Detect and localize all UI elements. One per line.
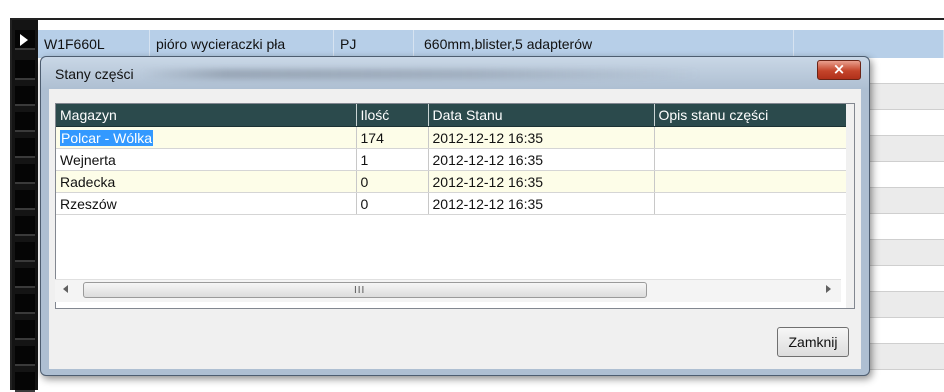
scrollbar-thumb[interactable]: III — [83, 282, 647, 298]
cell-data[interactable]: 2012-12-12 16:35 — [428, 170, 655, 193]
horizontal-scrollbar[interactable]: III — [55, 279, 841, 302]
cell-opis[interactable] — [654, 170, 854, 193]
stock-table: Magazyn Ilość Data Stanu Opis stanu częś… — [56, 104, 854, 215]
row-header[interactable] — [15, 112, 35, 132]
column-header-ilosc[interactable]: Ilość — [356, 104, 429, 127]
cell-name[interactable]: pióro wycieraczki pła — [150, 30, 334, 58]
cell-magazyn[interactable]: Rzeszów — [56, 192, 357, 215]
vertical-scrollbar[interactable] — [846, 104, 854, 308]
cell-unit[interactable]: PJ — [334, 30, 414, 58]
row-header-column — [12, 20, 38, 392]
table-row[interactable] — [860, 214, 944, 240]
table-row[interactable]: Polcar - Wólka 174 2012-12-12 16:35 — [56, 126, 854, 149]
table-row[interactable] — [860, 162, 944, 188]
cell-opis[interactable] — [654, 126, 854, 149]
row-header[interactable] — [15, 138, 35, 158]
zamknij-button[interactable]: Zamknij — [777, 327, 849, 357]
grip-icon: III — [354, 285, 366, 296]
row-header[interactable] — [15, 346, 35, 366]
cell-ilosc[interactable]: 1 — [356, 148, 429, 171]
row-header[interactable] — [15, 216, 35, 236]
dialog-titlebar[interactable]: Stany części × — [41, 57, 869, 89]
table-row[interactable]: Radecka 0 2012-12-12 16:35 — [56, 170, 854, 193]
cell-ilosc[interactable]: 0 — [356, 192, 429, 215]
dialog-title: Stany części — [55, 66, 134, 82]
table-row[interactable] — [860, 110, 944, 136]
table-row[interactable] — [860, 240, 944, 266]
window-close-button[interactable]: × — [817, 60, 861, 80]
cell-data[interactable]: 2012-12-12 16:35 — [428, 148, 655, 171]
row-header[interactable] — [15, 164, 35, 184]
cell-code[interactable]: W1F660L — [38, 30, 150, 58]
table-row[interactable] — [860, 136, 944, 162]
table-row[interactable]: Rzeszów 0 2012-12-12 16:35 — [56, 192, 854, 215]
table-row[interactable] — [860, 266, 944, 292]
cell-description[interactable]: 660mm,blister,5 adapterów — [414, 30, 794, 58]
dialog-client-area: Magazyn Ilość Data Stanu Opis stanu częś… — [49, 89, 861, 369]
table-row[interactable] — [860, 318, 944, 344]
scroll-left-icon[interactable] — [63, 285, 68, 293]
row-header[interactable] — [15, 190, 35, 210]
selected-table-row[interactable]: W1F660L pióro wycieraczki pła PJ 660mm,b… — [38, 30, 944, 58]
table-header-row: Magazyn Ilość Data Stanu Opis stanu częś… — [56, 104, 854, 127]
row-header[interactable] — [15, 372, 35, 392]
table-row[interactable] — [860, 188, 944, 214]
row-header[interactable] — [15, 86, 35, 106]
row-header[interactable] — [15, 60, 35, 80]
row-header-current[interactable] — [15, 30, 35, 50]
close-icon: × — [832, 60, 846, 78]
cell-opis[interactable] — [654, 148, 854, 171]
table-row[interactable]: Wejnerta 1 2012-12-12 16:35 — [56, 148, 854, 171]
row-header[interactable] — [15, 242, 35, 262]
cell-ilosc[interactable]: 0 — [356, 170, 429, 193]
cell-opis[interactable] — [654, 192, 854, 215]
row-header[interactable] — [15, 294, 35, 314]
stock-dialog: Stany części × Magazyn Ilość Data Stanu — [40, 56, 870, 376]
cell-data[interactable]: 2012-12-12 16:35 — [428, 192, 655, 215]
current-row-arrow-icon — [20, 34, 28, 46]
table-row[interactable] — [860, 58, 944, 84]
scroll-right-icon[interactable] — [826, 285, 831, 293]
cell-magazyn[interactable]: Polcar - Wólka — [56, 126, 357, 149]
column-header-data-stanu[interactable]: Data Stanu — [428, 104, 655, 127]
cell-empty[interactable] — [794, 30, 944, 58]
table-row[interactable] — [860, 292, 944, 318]
table-row[interactable] — [860, 84, 944, 110]
row-header[interactable] — [15, 320, 35, 340]
blurred-title-text — [141, 69, 701, 79]
selected-cell-text: Polcar - Wólka — [60, 129, 154, 146]
row-header[interactable] — [15, 268, 35, 288]
column-header-opis[interactable]: Opis stanu części — [654, 104, 854, 127]
table-row[interactable] — [860, 344, 944, 370]
cell-magazyn[interactable]: Wejnerta — [56, 148, 357, 171]
cell-magazyn[interactable]: Radecka — [56, 170, 357, 193]
cell-ilosc[interactable]: 174 — [356, 126, 429, 149]
cell-data[interactable]: 2012-12-12 16:35 — [428, 126, 655, 149]
column-header-magazyn[interactable]: Magazyn — [56, 104, 357, 127]
